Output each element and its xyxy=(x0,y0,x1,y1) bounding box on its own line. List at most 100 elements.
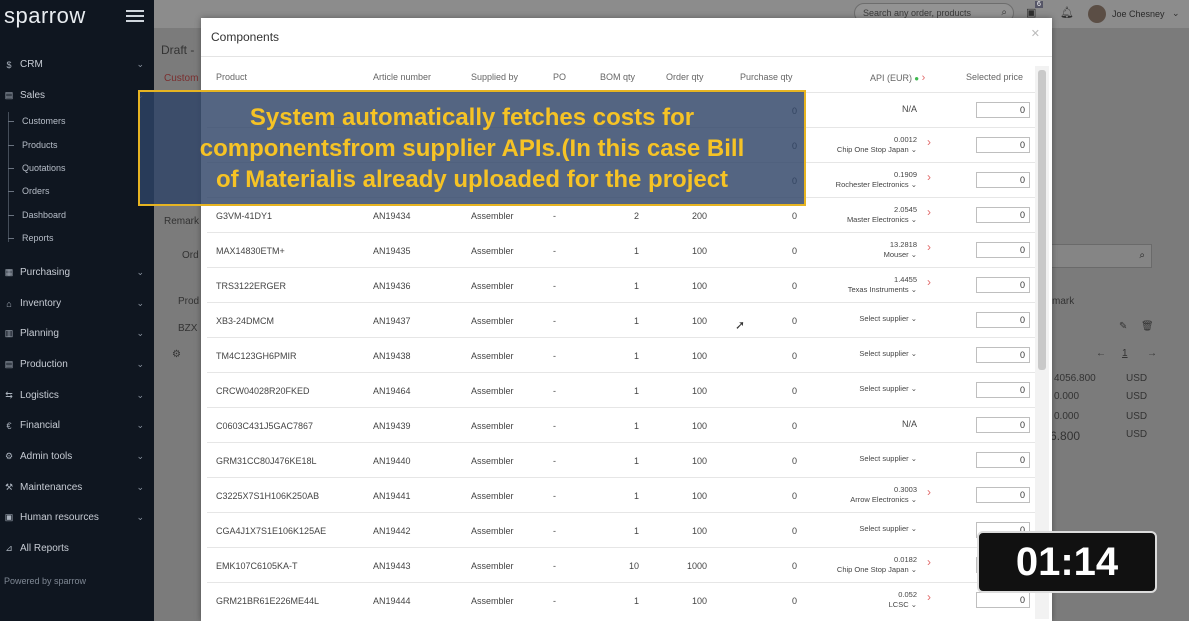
chevron-right-icon[interactable]: › xyxy=(927,486,931,498)
api-supplier[interactable]: Rochester Electronics xyxy=(836,180,909,189)
api-supplier[interactable]: Select supplier xyxy=(859,524,908,533)
sidebar-item-admin-tools[interactable]: ⚙ Admin tools ⌄ xyxy=(0,451,154,462)
next-page-icon[interactable]: → xyxy=(1147,348,1157,359)
api-price-cell[interactable]: 0.0012 Chip One Stop Japan ⌄ › xyxy=(797,135,931,155)
chevron-right-icon[interactable]: › xyxy=(927,276,931,288)
chevron-down-icon[interactable]: ⌄ xyxy=(909,600,917,609)
chevron-down-icon[interactable]: ⌄ xyxy=(136,59,144,70)
chevron-right-icon[interactable]: › xyxy=(927,136,931,148)
chevron-down-icon[interactable]: ⌄ xyxy=(909,349,917,358)
chevron-right-icon[interactable]: › xyxy=(922,72,926,84)
user-name[interactable]: Joe Chesney xyxy=(1112,9,1165,19)
sidebar-subitem-dashboard[interactable]: Dashboard xyxy=(8,210,66,220)
api-price-cell[interactable]: 1.4455 Texas Instruments ⌄ › xyxy=(797,275,931,295)
api-price-cell[interactable]: N/A xyxy=(797,419,917,429)
selected-price-input[interactable]: 0 xyxy=(976,487,1030,503)
api-price-cell[interactable]: 0.052 LCSC ⌄ › xyxy=(797,590,931,610)
chevron-down-icon[interactable]: ⌄ xyxy=(136,451,144,462)
api-price-cell[interactable]: Select supplier ⌄ xyxy=(797,454,917,464)
chevron-down-icon[interactable]: ⌄ xyxy=(136,420,144,431)
api-supplier[interactable]: Select supplier xyxy=(859,314,908,323)
sidebar-item-maintenances[interactable]: ⚒ Maintenances ⌄ xyxy=(0,482,154,493)
sidebar-subitem-customers[interactable]: Customers xyxy=(8,116,66,126)
col-api[interactable]: API (EUR) ● › xyxy=(870,72,925,84)
sidebar-subitem-reports[interactable]: Reports xyxy=(8,233,54,243)
selected-price-input[interactable]: 0 xyxy=(976,312,1030,328)
sidebar-item-inventory[interactable]: ⌂ Inventory ⌄ xyxy=(0,298,154,309)
chevron-down-icon[interactable]: ⌄ xyxy=(909,384,917,393)
api-supplier[interactable]: Arrow Electronics xyxy=(850,495,908,504)
sidebar-item-crm[interactable]: $ CRM ⌄ xyxy=(0,59,154,70)
sidebar-item-all-reports[interactable]: ⊿ All Reports xyxy=(0,543,154,554)
selected-price-input[interactable]: 0 xyxy=(976,207,1030,223)
selected-price-input[interactable]: 0 xyxy=(976,277,1030,293)
api-price-cell[interactable]: 2.0545 Master Electronics ⌄ › xyxy=(797,205,931,225)
api-supplier[interactable]: Texas Instruments xyxy=(848,285,909,294)
api-price-cell[interactable]: 0.1909 Rochester Electronics ⌄ › xyxy=(797,170,931,190)
chevron-down-icon[interactable]: ⌄ xyxy=(909,565,917,574)
chevron-down-icon[interactable]: ⌄ xyxy=(136,359,144,370)
sidebar-item-purchasing[interactable]: ▦ Purchasing ⌄ xyxy=(0,267,154,278)
sidebar-item-human-resources[interactable]: ▣ Human resources ⌄ xyxy=(0,512,154,523)
selected-price-input[interactable]: 0 xyxy=(976,347,1030,363)
api-price-cell[interactable]: 0.0182 Chip One Stop Japan ⌄ › xyxy=(797,555,931,575)
orders-tab[interactable]: Ord xyxy=(182,250,199,261)
sidebar-item-logistics[interactable]: ⇆ Logistics ⌄ xyxy=(0,390,154,401)
selected-price-input[interactable]: 0 xyxy=(976,382,1030,398)
settings-icon[interactable]: ⚙ xyxy=(172,349,181,360)
chevron-down-icon[interactable]: ⌄ xyxy=(136,298,144,309)
chevron-down-icon[interactable]: ⌄ xyxy=(136,328,144,339)
chevron-down-icon[interactable]: ⌄ xyxy=(1172,8,1180,19)
api-supplier[interactable]: Chip One Stop Japan xyxy=(837,565,909,574)
sidebar-item-planning[interactable]: ▥ Planning ⌄ xyxy=(0,328,154,339)
api-price-cell[interactable]: Select supplier ⌄ xyxy=(797,314,917,324)
api-supplier[interactable]: LCSC xyxy=(889,600,909,609)
chevron-down-icon[interactable]: ⌄ xyxy=(136,390,144,401)
chevron-down-icon[interactable]: ⌄ xyxy=(909,180,917,189)
chevron-down-icon[interactable]: ⌄ xyxy=(909,524,917,533)
chevron-down-icon[interactable]: ⌄ xyxy=(136,512,144,523)
sidebar-subitem-products[interactable]: Products xyxy=(8,140,58,150)
chevron-down-icon[interactable]: ⌄ xyxy=(909,215,917,224)
selected-price-input[interactable]: 0 xyxy=(976,417,1030,433)
selected-price-input[interactable]: 0 xyxy=(976,102,1030,118)
chevron-down-icon[interactable]: ⌄ xyxy=(909,454,917,463)
api-supplier[interactable]: Master Electronics xyxy=(847,215,909,224)
menu-icon[interactable] xyxy=(126,10,144,22)
chevron-down-icon[interactable]: ⌄ xyxy=(909,145,917,154)
selected-price-input[interactable]: 0 xyxy=(976,452,1030,468)
api-supplier[interactable]: Select supplier xyxy=(859,384,908,393)
search-icon[interactable]: ⌕ xyxy=(1139,250,1145,261)
chevron-right-icon[interactable]: › xyxy=(927,206,931,218)
trash-icon[interactable]: 🗑︎ xyxy=(1141,321,1154,332)
scrollbar-thumb[interactable] xyxy=(1038,70,1046,370)
chevron-down-icon[interactable]: ⌄ xyxy=(909,285,917,294)
close-icon[interactable]: ✕ xyxy=(1031,27,1040,40)
prev-page-icon[interactable]: ← xyxy=(1096,348,1106,359)
selected-price-input[interactable]: 0 xyxy=(976,172,1030,188)
selected-price-input[interactable]: 0 xyxy=(976,137,1030,153)
chevron-down-icon[interactable]: ⌄ xyxy=(909,314,917,323)
api-price-cell[interactable]: 0.3003 Arrow Electronics ⌄ › xyxy=(797,485,931,505)
api-price-cell[interactable]: Select supplier ⌄ xyxy=(797,524,917,534)
api-price-cell[interactable]: N/A xyxy=(797,104,917,114)
chevron-down-icon[interactable]: ⌄ xyxy=(136,482,144,493)
chevron-down-icon[interactable]: ⌄ xyxy=(136,267,144,278)
avatar[interactable] xyxy=(1088,5,1106,23)
bell-icon[interactable]: 🔔︎ xyxy=(1060,6,1074,19)
sidebar-subitem-quotations[interactable]: Quotations xyxy=(8,163,66,173)
api-price-cell[interactable]: 13.2818 Mouser ⌄ › xyxy=(797,240,931,260)
sidebar-item-production[interactable]: ▤ Production ⌄ xyxy=(0,359,154,370)
sidebar-item-financial[interactable]: € Financial ⌄ xyxy=(0,420,154,431)
chevron-right-icon[interactable]: › xyxy=(927,556,931,568)
selected-price-input[interactable]: 0 xyxy=(976,592,1030,608)
api-price-cell[interactable]: Select supplier ⌄ xyxy=(797,384,917,394)
sidebar-item-sales[interactable]: ▤Sales⌄ xyxy=(0,90,154,101)
chevron-down-icon[interactable]: ⌄ xyxy=(909,495,917,504)
edit-icon[interactable]: ✎ xyxy=(1119,321,1127,332)
chevron-right-icon[interactable]: › xyxy=(927,171,931,183)
chevron-right-icon[interactable]: › xyxy=(927,591,931,603)
chevron-down-icon[interactable]: ⌄ xyxy=(909,250,917,259)
customer-tab[interactable]: Custom xyxy=(164,73,198,84)
api-supplier[interactable]: Mouser xyxy=(884,250,909,259)
